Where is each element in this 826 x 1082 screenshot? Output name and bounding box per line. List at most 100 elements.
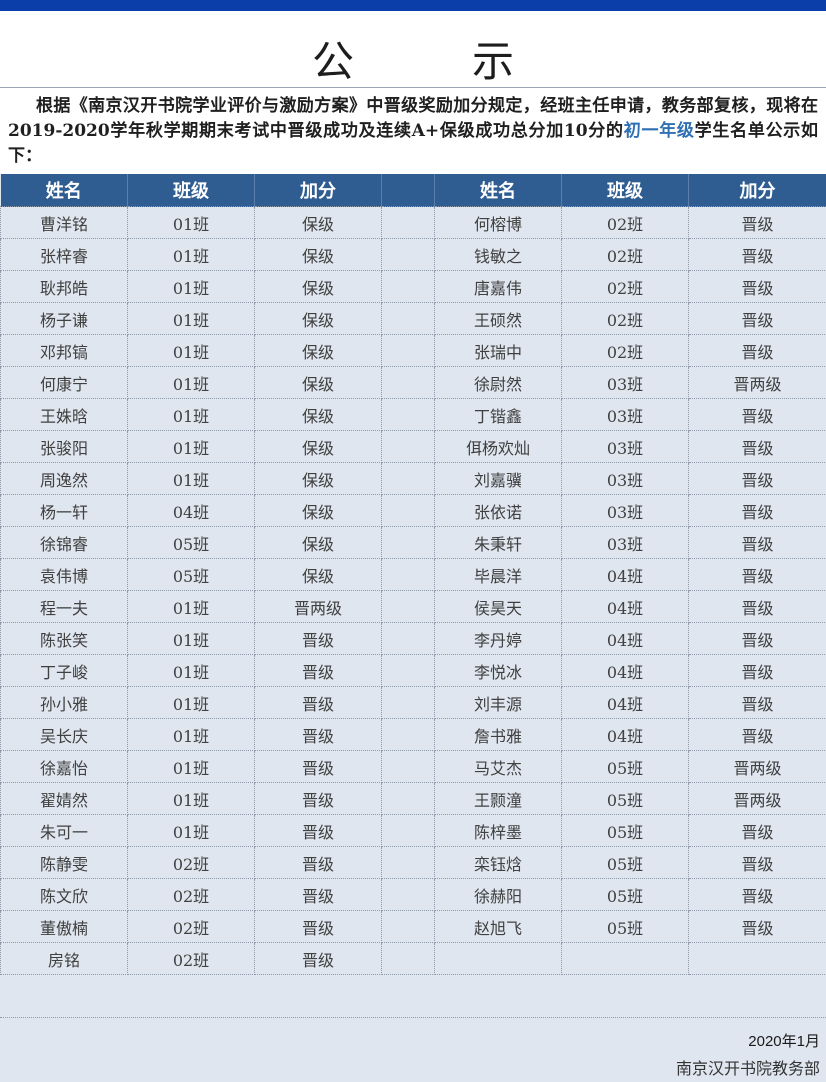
spacer-cell [382, 271, 435, 303]
title-area: 公 示 [0, 11, 826, 88]
left-class-cell: 02班 [128, 911, 255, 943]
left-class-cell: 01班 [128, 431, 255, 463]
left-score-cell: 晋级 [255, 815, 382, 847]
right-score-cell: 晋级 [689, 399, 826, 431]
right-score-cell [689, 943, 826, 975]
right-class-cell: 02班 [562, 335, 689, 367]
student-list-table: 姓名 班级 加分 姓名 班级 加分 曹洋铭01班保级何榕博02班晋级张梓睿01班… [0, 174, 826, 975]
table-row: 陈静雯02班晋级栾钰焓05班晋级 [1, 847, 826, 879]
left-score-cell: 保级 [255, 527, 382, 559]
left-class-cell: 01班 [128, 815, 255, 847]
left-name-cell: 张骏阳 [1, 431, 128, 463]
spacer-cell [382, 495, 435, 527]
header-class-left: 班级 [128, 174, 255, 207]
spacer-cell [382, 239, 435, 271]
page-title: 公 示 [0, 28, 826, 89]
header-spacer [382, 174, 435, 207]
right-name-cell: 栾钰焓 [435, 847, 562, 879]
left-score-cell: 晋级 [255, 687, 382, 719]
left-name-cell: 曹洋铭 [1, 207, 128, 239]
left-name-cell: 周逸然 [1, 463, 128, 495]
spacer-cell [382, 847, 435, 879]
table-row: 翟婧然01班晋级王颢潼05班晋两级 [1, 783, 826, 815]
table-row: 房铭02班晋级 [1, 943, 826, 975]
right-score-cell: 晋级 [689, 719, 826, 751]
right-score-cell: 晋级 [689, 879, 826, 911]
right-name-cell: 李丹婷 [435, 623, 562, 655]
table-row: 邓邦镐01班保级张瑞中02班晋级 [1, 335, 826, 367]
left-name-cell: 陈静雯 [1, 847, 128, 879]
table-row: 何康宁01班保级徐尉然03班晋两级 [1, 367, 826, 399]
left-score-cell: 晋级 [255, 623, 382, 655]
spacer-cell [382, 431, 435, 463]
right-class-cell: 04班 [562, 687, 689, 719]
table-row: 袁伟博05班保级毕晨洋04班晋级 [1, 559, 826, 591]
intro-paragraph: 根据《南京汉开书院学业评价与激励方案》中晋级奖励加分规定，经班主任申请，教务部复… [0, 88, 826, 174]
right-score-cell: 晋级 [689, 495, 826, 527]
right-score-cell: 晋级 [689, 527, 826, 559]
left-class-cell: 01班 [128, 335, 255, 367]
spacer-cell [382, 399, 435, 431]
spacer-cell [382, 207, 435, 239]
table-row: 杨一轩04班保级张依诺03班晋级 [1, 495, 826, 527]
right-class-cell: 05班 [562, 783, 689, 815]
right-class-cell: 04班 [562, 655, 689, 687]
right-name-cell: 朱秉轩 [435, 527, 562, 559]
right-score-cell: 晋级 [689, 815, 826, 847]
spacer-cell [382, 751, 435, 783]
right-score-cell: 晋级 [689, 623, 826, 655]
left-class-cell: 01班 [128, 623, 255, 655]
left-name-cell: 徐锦睿 [1, 527, 128, 559]
right-name-cell: 徐尉然 [435, 367, 562, 399]
right-name-cell: 王颢潼 [435, 783, 562, 815]
left-name-cell: 丁子峻 [1, 655, 128, 687]
header-score-left: 加分 [255, 174, 382, 207]
right-name-cell: 何榕博 [435, 207, 562, 239]
right-class-cell: 05班 [562, 911, 689, 943]
right-class-cell: 05班 [562, 879, 689, 911]
right-class-cell: 03班 [562, 527, 689, 559]
left-name-cell: 耿邦皓 [1, 271, 128, 303]
right-class-cell: 03班 [562, 463, 689, 495]
left-score-cell: 保级 [255, 367, 382, 399]
left-name-cell: 杨一轩 [1, 495, 128, 527]
right-score-cell: 晋级 [689, 911, 826, 943]
right-score-cell: 晋级 [689, 687, 826, 719]
left-score-cell: 晋两级 [255, 591, 382, 623]
table-row: 丁子峻01班晋级李悦冰04班晋级 [1, 655, 826, 687]
right-class-cell: 05班 [562, 815, 689, 847]
table-row: 程一夫01班晋两级侯昊天04班晋级 [1, 591, 826, 623]
left-class-cell: 05班 [128, 559, 255, 591]
right-class-cell [562, 943, 689, 975]
right-name-cell: 马艾杰 [435, 751, 562, 783]
right-score-cell: 晋级 [689, 303, 826, 335]
right-name-cell: 佴杨欢灿 [435, 431, 562, 463]
right-score-cell: 晋级 [689, 239, 826, 271]
table-row: 耿邦皓01班保级唐嘉伟02班晋级 [1, 271, 826, 303]
top-blue-rule [0, 0, 826, 11]
right-class-cell: 02班 [562, 207, 689, 239]
table-row: 徐锦睿05班保级朱秉轩03班晋级 [1, 527, 826, 559]
spacer-cell [382, 463, 435, 495]
spacer-cell [382, 559, 435, 591]
issuing-department: 南京汉开书院教务部 [676, 1055, 820, 1079]
right-name-cell: 刘丰源 [435, 687, 562, 719]
spacer-cell [382, 943, 435, 975]
left-score-cell: 晋级 [255, 911, 382, 943]
left-name-cell: 朱可一 [1, 815, 128, 847]
right-class-cell: 02班 [562, 271, 689, 303]
left-score-cell: 保级 [255, 207, 382, 239]
left-class-cell: 01班 [128, 399, 255, 431]
left-class-cell: 04班 [128, 495, 255, 527]
left-score-cell: 晋级 [255, 751, 382, 783]
right-score-cell: 晋两级 [689, 751, 826, 783]
spacer-cell [382, 655, 435, 687]
spacer-cell [382, 527, 435, 559]
left-score-cell: 晋级 [255, 879, 382, 911]
table-row: 杨子谦01班保级王硕然02班晋级 [1, 303, 826, 335]
left-class-cell: 01班 [128, 239, 255, 271]
right-score-cell: 晋级 [689, 431, 826, 463]
right-name-cell: 毕晨洋 [435, 559, 562, 591]
table-row: 张梓睿01班保级钱敏之02班晋级 [1, 239, 826, 271]
right-name-cell: 刘嘉骥 [435, 463, 562, 495]
